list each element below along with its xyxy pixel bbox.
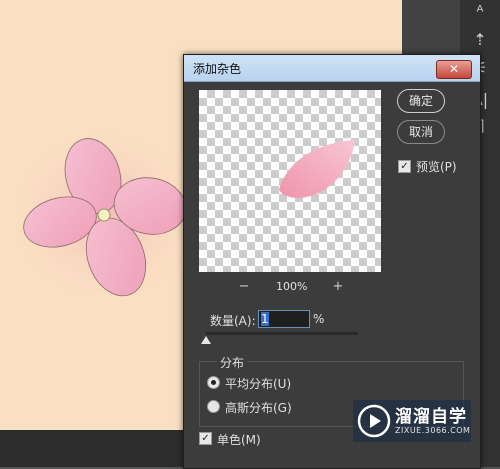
preview-label: 预览(P) [416,160,457,174]
play-logo-icon [357,404,391,438]
dialog-title: 添加杂色 [193,62,242,76]
uniform-radio[interactable] [207,376,220,389]
monochromatic-checkbox[interactable]: ✓ [199,432,212,445]
puppet-warp-icon[interactable]: ⇡ [468,28,492,52]
zoom-in-icon[interactable]: + [331,280,345,294]
watermark-title: 溜溜自学 [395,407,467,427]
watermark: 溜溜自学 ZIXUE.3066.COM [353,400,471,442]
uniform-label: 平均分布(U) [225,377,292,391]
zoom-level: 100% [276,280,308,293]
close-icon: ✕ [448,62,460,76]
flower-center [97,208,111,222]
amount-label: 数量(A): [210,314,256,328]
gaussian-radio[interactable] [207,400,220,413]
cancel-button[interactable]: 取消 [397,120,445,144]
preview-pane[interactable] [199,90,381,272]
paragraph-style-icon[interactable]: ᴬ [468,0,492,24]
gaussian-label: 高斯分布(G) [225,401,292,415]
distribution-legend: 分布 [217,354,248,371]
preview-checkbox[interactable]: ✓ [398,160,411,173]
amount-slider-thumb[interactable] [201,336,211,344]
amount-input[interactable]: 1 [258,310,310,328]
ok-button[interactable]: 确定 [397,89,445,113]
dialog-titlebar[interactable]: 添加杂色 ✕ [184,55,480,82]
amount-slider-track[interactable] [206,332,358,335]
watermark-url: ZIXUE.3066.COM [395,426,471,435]
zoom-out-icon[interactable]: − [237,280,251,294]
close-button[interactable]: ✕ [436,60,472,79]
monochromatic-label: 单色(M) [217,433,261,447]
preview-petal [279,140,355,198]
amount-unit: % [313,312,325,326]
